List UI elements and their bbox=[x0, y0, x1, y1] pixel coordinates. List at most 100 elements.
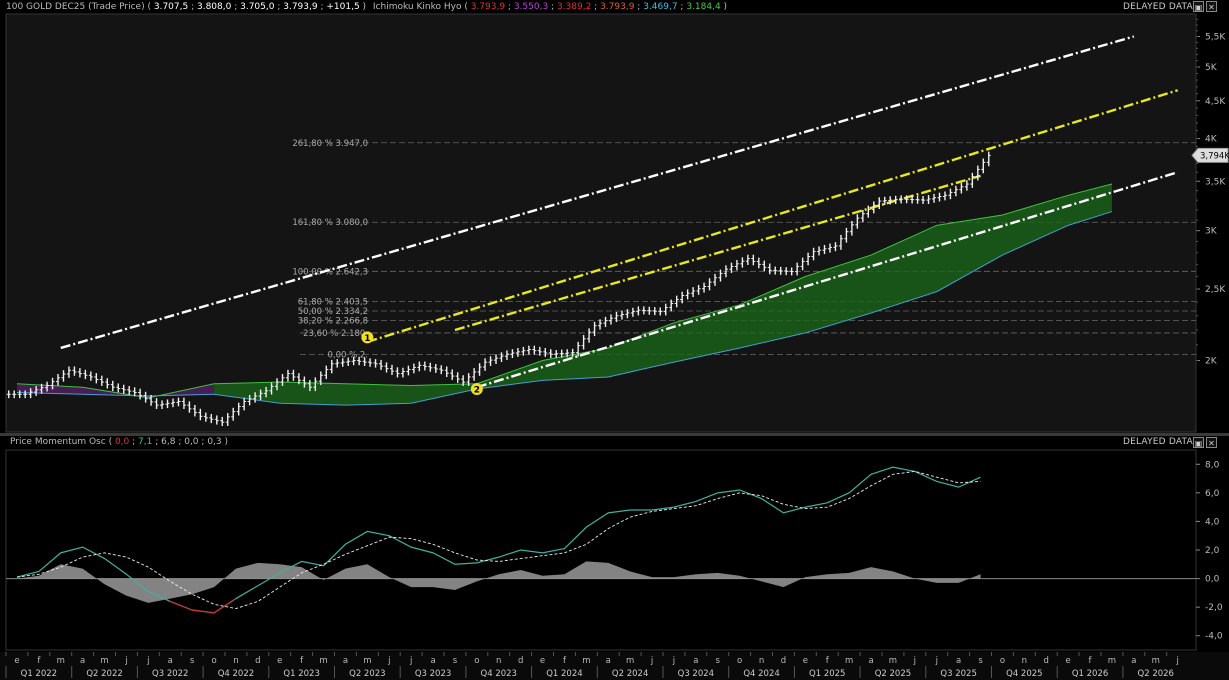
month-label: n bbox=[759, 656, 764, 666]
fib-level-label: 38,20 % 2.266,8 bbox=[298, 316, 368, 326]
month-label: o bbox=[474, 656, 479, 666]
ichimoku-value: 3.550,3 bbox=[513, 2, 549, 12]
quarter-label: Q3 2023 bbox=[415, 669, 451, 679]
ohlc-open: 3.707,5 bbox=[153, 2, 189, 12]
momentum-value: 7,1 bbox=[138, 437, 153, 447]
month-label: j bbox=[124, 656, 127, 666]
month-label: s bbox=[190, 656, 195, 666]
price-axis-label: 4,5K bbox=[1205, 97, 1226, 107]
quarter-label: Q1 2025 bbox=[809, 669, 845, 679]
month-label: a bbox=[956, 656, 961, 666]
quarter-label: Q2 2026 bbox=[1138, 669, 1174, 679]
ichimoku-value: 3.469,7 bbox=[643, 2, 678, 12]
chart-canvas[interactable]: 2K 2,5K 3K 3,5K 4K 4,5K 5K 5,5K 261,80 % 3.947,0… bbox=[0, 0, 1229, 680]
fib-level-label: 23,60 % 2.180, bbox=[303, 329, 368, 339]
month-label: m bbox=[845, 656, 853, 666]
quarter-label: Q1 2022 bbox=[21, 669, 57, 679]
month-label: o bbox=[211, 656, 216, 666]
month-label: n bbox=[233, 656, 238, 666]
month-label: j bbox=[650, 656, 653, 666]
ohlc-low: 3.705,0 bbox=[240, 2, 275, 12]
month-label: m bbox=[1108, 656, 1116, 666]
month-label: n bbox=[496, 656, 501, 666]
ichimoku-value: 3.793,9 bbox=[470, 2, 506, 12]
month-label: d bbox=[518, 656, 523, 666]
month-label: j bbox=[387, 656, 390, 666]
ichimoku-name: Ichimoku Kinko Hyo bbox=[372, 2, 462, 12]
delayed-data-label: DELAYED DATA bbox=[1123, 2, 1193, 12]
month-label: a bbox=[80, 656, 85, 666]
quarter-label: Q3 2022 bbox=[152, 669, 188, 679]
instrument-name: 100 GOLD DEC25 (Trade Price) bbox=[6, 2, 145, 12]
momentum-value: 0,0 bbox=[184, 437, 199, 447]
ichimoku-value: 3.184,4 bbox=[686, 2, 721, 12]
momentum-value: 6,8 bbox=[161, 437, 176, 447]
month-label: m bbox=[100, 656, 108, 666]
momentum-axis-label: 4,0 bbox=[1205, 517, 1220, 527]
price-axis-label: 5K bbox=[1205, 63, 1218, 73]
momentum-axis-label: 0,0 bbox=[1205, 575, 1220, 585]
month-label: a bbox=[168, 656, 173, 666]
month-label: m bbox=[626, 656, 634, 666]
price-axis-label: 3,5K bbox=[1205, 177, 1226, 187]
month-label: m bbox=[889, 656, 897, 666]
trading-chart-window: 2K 2,5K 3K 3,5K 4K 4,5K 5K 5,5K 261,80 % 3.947,0… bbox=[0, 0, 1229, 680]
quarter-label: Q4 2023 bbox=[481, 669, 517, 679]
month-label: m bbox=[582, 656, 590, 666]
ohlc-high: 3.808,0 bbox=[196, 2, 232, 12]
month-label: e bbox=[277, 656, 282, 666]
momentum-plot-area bbox=[5, 449, 1197, 651]
quarter-label: Q2 2024 bbox=[612, 669, 648, 679]
month-label: a bbox=[1131, 656, 1136, 666]
momentum-value: 0,0 bbox=[114, 437, 130, 447]
month-label: j bbox=[146, 656, 149, 666]
month-label: m bbox=[363, 656, 371, 666]
momentum-axis-label: 8,0 bbox=[1205, 460, 1220, 470]
ohlc-change: +101,5 bbox=[326, 2, 360, 12]
price-axis-label: 2K bbox=[1205, 357, 1218, 367]
price-axis-label: 2,5K bbox=[1205, 285, 1226, 295]
month-label: e bbox=[540, 656, 545, 666]
momentum-axis-label: -4,0 bbox=[1205, 632, 1223, 642]
month-label: j bbox=[409, 656, 412, 666]
quarter-label: Q3 2024 bbox=[678, 669, 714, 679]
quarter-label: Q4 2024 bbox=[743, 669, 779, 679]
close-button[interactable]: ✕ bbox=[1206, 1, 1217, 12]
month-label: j bbox=[672, 656, 675, 666]
momentum-axis-label: 6,0 bbox=[1205, 489, 1220, 499]
month-label: d bbox=[781, 656, 786, 666]
month-label: a bbox=[606, 656, 611, 666]
month-label: n bbox=[1022, 656, 1027, 666]
month-label: e bbox=[803, 656, 808, 666]
momentum-axis-label: -2,0 bbox=[1205, 603, 1223, 613]
month-label: a bbox=[868, 656, 873, 666]
ichimoku-value: 3.389,2 bbox=[556, 2, 592, 12]
fib-level-label: 100,00 % 2.642,3 bbox=[292, 267, 368, 277]
month-label: d bbox=[1044, 656, 1049, 666]
price-axis-label: 4K bbox=[1205, 134, 1218, 144]
momentum-value: 0,3 bbox=[207, 437, 222, 447]
quarter-label: Q4 2025 bbox=[1006, 669, 1042, 679]
month-label: s bbox=[978, 656, 983, 666]
month-label: a bbox=[430, 656, 435, 666]
month-label: d bbox=[255, 656, 260, 666]
restore-button[interactable]: ▣ bbox=[1193, 437, 1204, 448]
price-tag-label: 3,794K bbox=[1200, 151, 1229, 161]
quarter-label: Q1 2023 bbox=[283, 669, 319, 679]
restore-button[interactable]: ▣ bbox=[1193, 1, 1204, 12]
ohlc-close: 3.793,9 bbox=[283, 2, 318, 12]
month-label: m bbox=[319, 656, 327, 666]
month-label: m bbox=[57, 656, 65, 666]
close-button[interactable]: ✕ bbox=[1206, 437, 1217, 448]
month-label: e bbox=[14, 656, 19, 666]
panel-divider bbox=[0, 433, 1229, 436]
month-label: s bbox=[716, 656, 721, 666]
month-label: a bbox=[693, 656, 698, 666]
quarter-label: Q2 2022 bbox=[86, 669, 122, 679]
quarter-label: Q4 2022 bbox=[218, 669, 254, 679]
delayed-data-label: DELAYED DATA bbox=[1123, 437, 1193, 447]
ichimoku-value: 3.793,9 bbox=[600, 2, 635, 12]
month-label: a bbox=[343, 656, 348, 666]
wave-marker-label: 2 bbox=[474, 385, 480, 395]
fib-level-label: 261,80 % 3.947,0 bbox=[292, 139, 368, 149]
